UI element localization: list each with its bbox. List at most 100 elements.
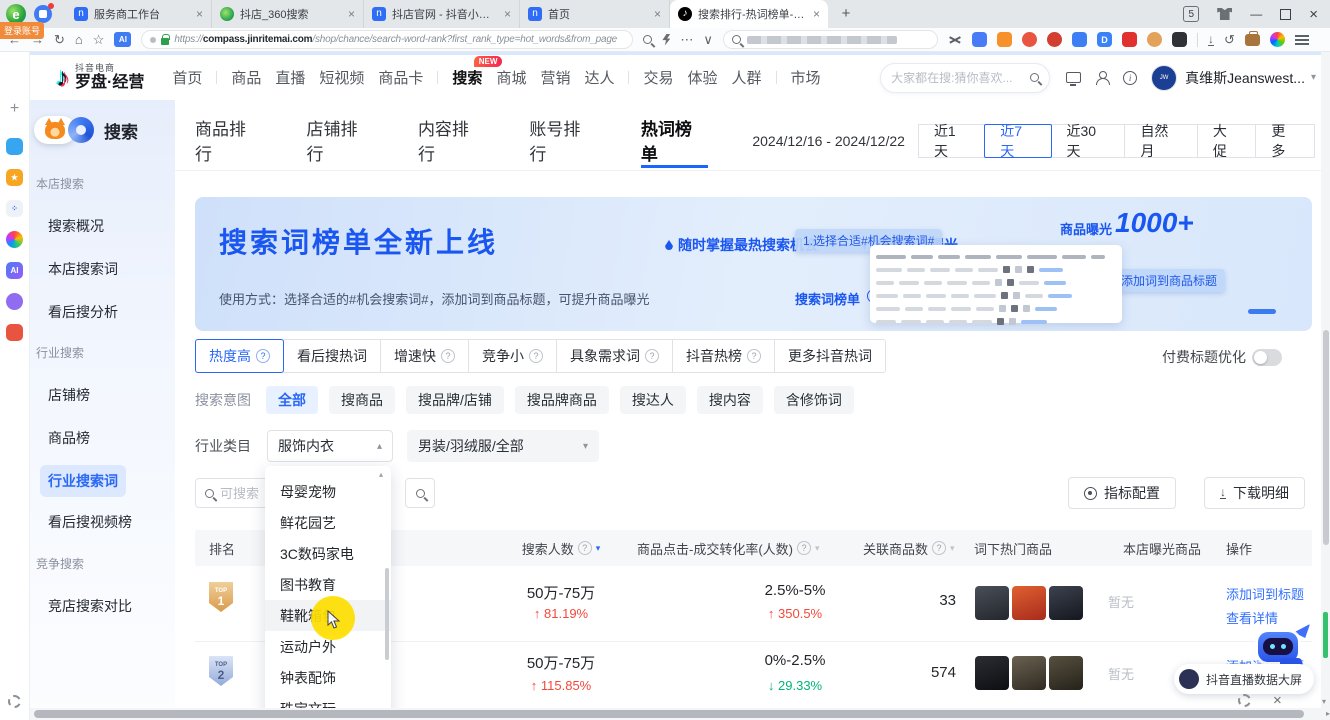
nav-item-mall[interactable]: 商城: [496, 67, 526, 88]
filter-post-view-words[interactable]: 看后搜热词: [283, 339, 381, 373]
range-natural-month[interactable]: 自然月: [1124, 124, 1197, 158]
downloads-icon[interactable]: ↓: [1208, 34, 1214, 46]
extension-icon[interactable]: [1122, 32, 1137, 47]
strip-settings-gear-icon[interactable]: [8, 695, 21, 708]
download-detail-button[interactable]: ↓ 下载明细: [1204, 477, 1305, 509]
browser-tab[interactable]: 服务商工作台 ×: [66, 0, 212, 28]
filter-fast-growth[interactable]: 增速快?: [380, 339, 469, 373]
extension-icon[interactable]: [1047, 32, 1062, 47]
info-icon[interactable]: ?: [441, 349, 455, 363]
nav-item-productcard[interactable]: 商品卡: [378, 67, 423, 88]
nav-item-talent[interactable]: 达人: [584, 67, 614, 88]
find-in-page-icon[interactable]: [643, 35, 652, 44]
horizontal-scrollbar-thumb[interactable]: [34, 710, 1304, 718]
sidebar-item-search-overview[interactable]: 搜索概况: [48, 216, 104, 236]
sort-icon[interactable]: ▾: [815, 543, 820, 554]
global-search-input[interactable]: [880, 63, 1050, 93]
category-secondary-select[interactable]: 男装/羽绒服/全部▾: [407, 430, 599, 462]
dropdown-item-flowers[interactable]: 鲜花园艺: [265, 507, 391, 538]
category-primary-select[interactable]: 服饰内衣▴: [267, 430, 393, 462]
bookmark-icon[interactable]: ☆: [93, 33, 105, 46]
assistant-close-icon[interactable]: ×: [1273, 692, 1282, 709]
assistant-tooltip[interactable]: 抖音直播数据大屏: [1174, 664, 1314, 694]
assistant-settings-gear-icon[interactable]: [1238, 694, 1251, 707]
close-window-icon[interactable]: ×: [1309, 6, 1318, 23]
range-1day[interactable]: 近1天: [918, 124, 985, 158]
product-thumbnail[interactable]: [1049, 656, 1083, 690]
horizontal-scrollbar[interactable]: ▸: [30, 708, 1330, 720]
toolbox-icon[interactable]: [1245, 34, 1260, 46]
range-7days-active[interactable]: 近7天: [984, 124, 1051, 158]
strip-app-icon[interactable]: [6, 138, 23, 155]
sort-desc-icon[interactable]: ▾: [596, 543, 601, 554]
sidebar-item-industry-search-words-active[interactable]: 行业搜索词: [40, 465, 126, 497]
ai-assistant-icon[interactable]: AI: [114, 32, 131, 47]
message-monitor-icon[interactable]: [1066, 72, 1081, 83]
nav-item-marketing[interactable]: 营销: [540, 67, 570, 88]
menu-icon[interactable]: [1295, 35, 1309, 45]
hot-product-thumbnails[interactable]: [975, 586, 1083, 620]
sidebar-item-post-view-video-rank[interactable]: 看后搜视频榜: [48, 512, 132, 532]
product-thumbnail[interactable]: [1012, 656, 1046, 690]
intent-brand-shop[interactable]: 搜品牌/店铺: [406, 386, 504, 414]
carousel-indicator[interactable]: [1248, 309, 1276, 314]
dropdown-item-3c[interactable]: 3C数码家电: [265, 538, 391, 569]
global-search-field[interactable]: [891, 71, 1024, 85]
scroll-up-caret-icon[interactable]: ▴: [379, 470, 383, 479]
filter-concrete-demand[interactable]: 具象需求词?: [556, 339, 673, 373]
quick-search-input[interactable]: [723, 30, 938, 49]
sort-icon[interactable]: ▾: [950, 543, 955, 554]
extension-icon[interactable]: D: [1097, 32, 1112, 47]
tab-shop-rank[interactable]: 店铺排行: [306, 114, 373, 168]
more-actions-icon[interactable]: ⋯: [680, 33, 693, 46]
tab-close-icon[interactable]: ×: [654, 7, 661, 21]
mail-extension-icon[interactable]: [1072, 32, 1087, 47]
info-icon[interactable]: ?: [529, 349, 543, 363]
game-app-icon[interactable]: [6, 324, 23, 341]
theme-skin-icon[interactable]: [1217, 8, 1232, 20]
intent-content[interactable]: 搜内容: [697, 386, 763, 414]
dropdown-item-watches[interactable]: 钟表配饰: [265, 662, 391, 693]
star-app-icon[interactable]: ★: [6, 169, 23, 186]
color-wheel-icon[interactable]: [1270, 32, 1285, 47]
range-more[interactable]: 更多: [1255, 124, 1315, 158]
minimize-icon[interactable]: —: [1250, 9, 1262, 19]
maximize-icon[interactable]: [1280, 9, 1291, 20]
user-icon[interactable]: [1095, 71, 1109, 85]
metric-config-button[interactable]: 指标配置: [1068, 477, 1176, 509]
sidebar-item-product-rank[interactable]: 商品榜: [48, 428, 90, 448]
nav-item-home[interactable]: 首页: [172, 67, 202, 88]
tab-count-badge[interactable]: 5: [1183, 6, 1199, 22]
intent-brand-product[interactable]: 搜品牌商品: [515, 386, 609, 414]
nav-item-search-active[interactable]: 搜索NEW: [452, 67, 482, 88]
product-thumbnail[interactable]: [975, 656, 1009, 690]
extension-icon[interactable]: [1022, 32, 1037, 47]
product-thumbnail[interactable]: [1049, 586, 1083, 620]
nav-item-experience[interactable]: 体验: [688, 67, 718, 88]
tab-close-icon[interactable]: ×: [196, 7, 203, 21]
info-icon[interactable]: ?: [578, 541, 592, 555]
ai-app-icon[interactable]: AI: [6, 262, 23, 279]
nav-item-market[interactable]: 市场: [791, 67, 821, 88]
sidebar-item-shop-search-words[interactable]: 本店搜索词: [48, 259, 118, 279]
reload-icon[interactable]: ↻: [54, 33, 65, 46]
banner-link[interactable]: 搜索词榜单: [795, 289, 860, 308]
tab-close-icon[interactable]: ×: [504, 7, 511, 21]
filter-low-competition[interactable]: 竞争小?: [468, 339, 557, 373]
dropdown-scrollbar[interactable]: [385, 568, 389, 660]
filter-more-douyin-words[interactable]: 更多抖音热词: [774, 339, 886, 373]
promo-banner[interactable]: 搜索词榜单全新上线 随时掌握最热搜索机会 提升商品曝光 使用方式：选择合适的#机…: [195, 197, 1312, 331]
nav-item-video[interactable]: 短视频: [319, 67, 364, 88]
info-icon[interactable]: ?: [256, 349, 270, 363]
col-search-users[interactable]: 搜索人数?▾: [457, 530, 665, 566]
screenshot-scissors-icon[interactable]: [948, 34, 962, 46]
dropdown-item-books[interactable]: 图书教育: [265, 569, 391, 600]
tab-close-icon[interactable]: ×: [348, 7, 355, 21]
tab-content-rank[interactable]: 内容排行: [418, 114, 485, 168]
browser-tab[interactable]: 首页 ×: [520, 0, 670, 28]
scroll-right-arrow-icon[interactable]: ▸: [1326, 709, 1330, 718]
vertical-scrollbar[interactable]: ▾: [1321, 52, 1330, 708]
history-undo-icon[interactable]: ↺: [1224, 33, 1235, 46]
sidebar-item-competitor-compare[interactable]: 竞店搜索对比: [48, 596, 132, 616]
sidebar-item-post-view-analysis[interactable]: 看后搜分析: [48, 302, 118, 322]
